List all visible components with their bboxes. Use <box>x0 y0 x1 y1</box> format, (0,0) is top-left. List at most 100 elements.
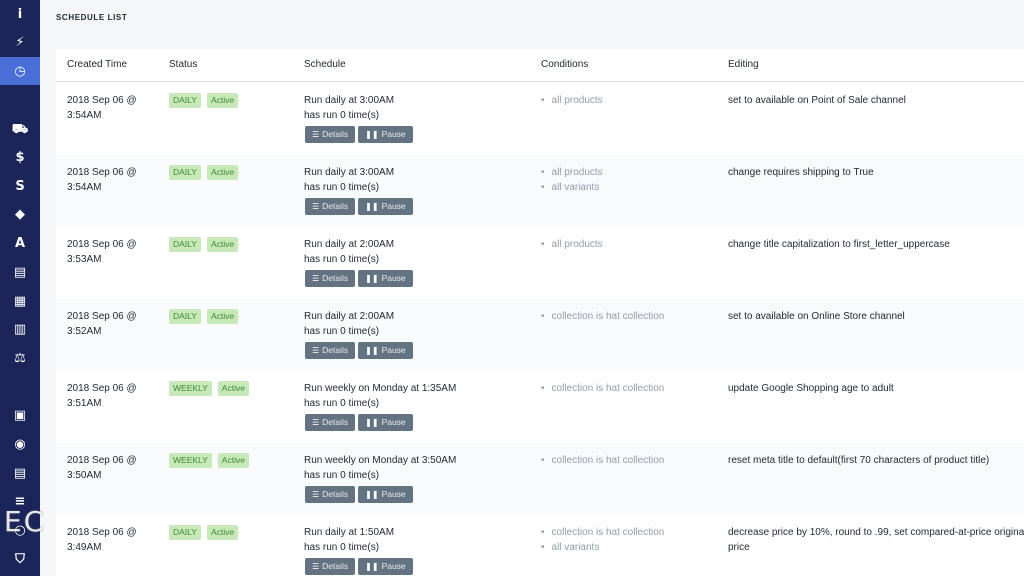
list-icon: ☰ <box>312 490 320 499</box>
details-label: Details <box>322 345 349 355</box>
info-icon[interactable]: i <box>0 0 40 28</box>
pause-label: Pause <box>381 273 406 283</box>
frequency-badge: DAILY <box>169 525 201 540</box>
created-time: 2018 Sep 06 @ 3:49AM <box>67 527 137 553</box>
document-icon[interactable]: ▤ <box>0 459 40 487</box>
pause-button[interactable]: ❚❚ Pause <box>358 558 413 575</box>
schedule-info: Run weekly on Monday at 1:35AM has run 0 … <box>304 381 456 411</box>
conditions-list: collection is hat collection <box>541 453 665 468</box>
frequency-badge: DAILY <box>169 237 201 252</box>
pause-button[interactable]: ❚❚ Pause <box>358 126 413 143</box>
font-icon[interactable]: A <box>0 229 40 257</box>
clock-icon[interactable]: ◷ <box>0 57 40 85</box>
tag-icon[interactable]: ◆ <box>0 200 40 228</box>
schedule-info: Run daily at 2:00AM has run 0 time(s) <box>304 237 394 267</box>
table-row: 2018 Sep 06 @ 3:53AM DAILY Active Run daily… <box>56 227 1024 299</box>
created-time: 2018 Sep 06 @ 3:51AM <box>67 383 137 409</box>
condition-item: all products <box>541 93 603 108</box>
list-icon: ☰ <box>312 130 320 139</box>
condition-item: collection is hat collection <box>541 525 665 540</box>
schedule-info: Run daily at 2:00AM has run 0 time(s) <box>304 309 394 339</box>
pause-button[interactable]: ❚❚ Pause <box>358 342 413 359</box>
status-badge: Active <box>206 93 239 108</box>
strikethrough-dollar-icon[interactable]: S <box>0 172 40 200</box>
scale-icon[interactable]: ⚖ <box>0 344 40 372</box>
editing-description: set to available on Point of Sale channe… <box>728 95 906 106</box>
details-label: Details <box>322 561 349 571</box>
schedule-info: Run daily at 1:50AM has run 0 time(s) <box>304 525 394 555</box>
list-icon: ☰ <box>312 562 320 571</box>
status-badges: DAILY Active <box>169 309 239 324</box>
details-button[interactable]: ☰ Details <box>305 414 356 431</box>
details-button[interactable]: ☰ Details <box>305 558 356 575</box>
status-badges: DAILY Active <box>169 237 239 252</box>
pause-label: Pause <box>381 345 406 355</box>
editing-description: decrease price by 10%, round to .99, set… <box>728 527 1024 553</box>
table-header: Created Time Status Schedule Conditions … <box>56 49 1024 82</box>
details-label: Details <box>322 273 349 283</box>
list-icon: ☰ <box>312 418 320 427</box>
file-icon[interactable]: ▤ <box>0 258 40 286</box>
editing-description: reset meta title to default(first 70 cha… <box>728 455 990 466</box>
bolt-icon[interactable]: ⚡ <box>0 28 40 56</box>
run-count: has run 0 time(s) <box>304 398 380 409</box>
conditions-list: all products <box>541 237 603 252</box>
truck-icon[interactable]: ⛟ <box>0 116 40 144</box>
row-actions: ☰ Details ❚❚ Pause <box>305 270 413 287</box>
watermark-logo: EC <box>4 505 46 538</box>
run-count: has run 0 time(s) <box>304 542 380 553</box>
row-actions: ☰ Details ❚❚ Pause <box>305 558 413 575</box>
pause-label: Pause <box>381 201 406 211</box>
sidebar: i ⚡ ◷ ⛟ $ S ◆ A ▤ ▦ ▥ ⚖ ▣ ◉ ▤ ≡ ○ ⛉ <box>0 0 40 576</box>
status-badges: DAILY Active <box>169 525 239 540</box>
condition-item: all variants <box>541 540 664 555</box>
header-editing: Editing <box>728 59 759 70</box>
pause-button[interactable]: ❚❚ Pause <box>358 198 413 215</box>
status-badges: DAILY Active <box>169 165 239 180</box>
dollar-icon[interactable]: $ <box>0 143 40 171</box>
schedule-info: Run daily at 3:00AM has run 0 time(s) <box>304 165 394 195</box>
schedule-info: Run daily at 3:00AM has run 0 time(s) <box>304 93 394 123</box>
conditions-list: collection is hat collection <box>541 381 665 396</box>
cart-icon[interactable]: ⛉ <box>0 545 40 573</box>
condition-item: collection is hat collection <box>541 453 665 468</box>
details-button[interactable]: ☰ Details <box>305 486 356 503</box>
details-button[interactable]: ☰ Details <box>305 270 356 287</box>
run-count: has run 0 time(s) <box>304 254 380 265</box>
header-created-time: Created Time <box>67 59 128 70</box>
run-count: has run 0 time(s) <box>304 470 380 481</box>
schedule-description: Run weekly on Monday at 1:35AM <box>304 383 457 394</box>
conditions-list: all products <box>541 93 603 108</box>
frequency-badge: DAILY <box>169 309 201 324</box>
conditions-list: collection is hat collectionall variants <box>541 525 665 555</box>
conditions-list: all productsall variants <box>541 165 603 195</box>
pause-button[interactable]: ❚❚ Pause <box>358 414 413 431</box>
editing-description: set to available on Online Store channel <box>728 311 905 322</box>
condition-item: collection is hat collection <box>541 309 665 324</box>
square-dot-icon[interactable]: ▣ <box>0 401 40 429</box>
table-row: 2018 Sep 06 @ 3:52AM DAILY Active Run daily… <box>56 299 1024 371</box>
pause-button[interactable]: ❚❚ Pause <box>358 270 413 287</box>
run-count: has run 0 time(s) <box>304 110 380 121</box>
details-button[interactable]: ☰ Details <box>305 198 356 215</box>
pause-label: Pause <box>381 489 406 499</box>
table-row: 2018 Sep 06 @ 3:49AM DAILY Active Run daily… <box>56 515 1024 576</box>
pause-icon: ❚❚ <box>365 346 379 355</box>
header-schedule: Schedule <box>304 59 346 70</box>
status-badge: Active <box>206 525 239 540</box>
pause-button[interactable]: ❚❚ Pause <box>358 486 413 503</box>
condition-item: all variants <box>541 180 603 195</box>
header-status: Status <box>169 59 198 70</box>
details-button[interactable]: ☰ Details <box>305 342 356 359</box>
pause-label: Pause <box>381 417 406 427</box>
details-label: Details <box>322 489 349 499</box>
status-badge: Active <box>206 237 239 252</box>
eye-icon[interactable]: ◉ <box>0 430 40 458</box>
details-button[interactable]: ☰ Details <box>305 126 356 143</box>
grid-icon[interactable]: ▦ <box>0 287 40 315</box>
schedule-description: Run daily at 3:00AM <box>304 95 395 106</box>
building-icon[interactable]: ▥ <box>0 315 40 343</box>
condition-item: all products <box>541 237 603 252</box>
conditions-list: collection is hat collection <box>541 309 665 324</box>
status-badge: Active <box>217 381 249 396</box>
